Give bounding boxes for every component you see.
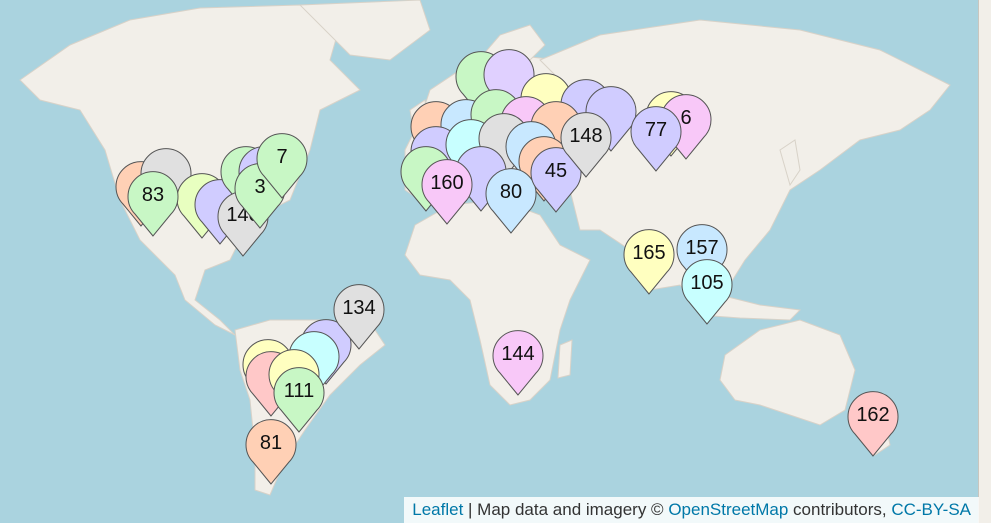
world-map[interactable]: 83 140 3 7 160 80 45 148 6 77 165 157 10… <box>0 0 991 523</box>
openstreetmap-link[interactable]: OpenStreetMap <box>668 500 788 519</box>
map-marker-105[interactable]: 105 <box>681 258 733 326</box>
marker-pin <box>256 133 308 199</box>
map-edge <box>978 0 991 523</box>
madagascar <box>557 339 573 379</box>
map-marker-148[interactable]: 148 <box>560 111 612 179</box>
marker-pin <box>485 168 537 234</box>
map-marker-77[interactable]: 77 <box>630 105 682 173</box>
map-marker-160[interactable]: 160 <box>421 158 473 226</box>
marker-pin <box>492 330 544 396</box>
marker-pin <box>681 259 733 325</box>
marker-pin <box>560 112 612 178</box>
map-marker-81[interactable]: 81 <box>245 418 297 486</box>
map-marker-162[interactable]: 162 <box>847 390 899 458</box>
map-marker-7[interactable]: 7 <box>256 132 308 200</box>
marker-pin <box>245 419 297 485</box>
attribution-contributors: contributors, <box>788 500 892 519</box>
marker-pin <box>333 284 385 350</box>
map-marker-165[interactable]: 165 <box>623 228 675 296</box>
marker-pin <box>623 229 675 295</box>
marker-pin <box>847 391 899 457</box>
marker-pin <box>127 171 179 237</box>
attribution-text: | Map data and imagery © <box>463 500 669 519</box>
map-attribution: Leaflet | Map data and imagery © OpenStr… <box>404 497 979 523</box>
marker-pin <box>630 106 682 172</box>
license-link[interactable]: CC-BY-SA <box>891 500 971 519</box>
map-marker-83[interactable]: 83 <box>127 170 179 238</box>
map-marker-144[interactable]: 144 <box>492 329 544 397</box>
marker-pin <box>421 159 473 225</box>
leaflet-link[interactable]: Leaflet <box>412 500 463 519</box>
map-marker-134[interactable]: 134 <box>333 283 385 351</box>
